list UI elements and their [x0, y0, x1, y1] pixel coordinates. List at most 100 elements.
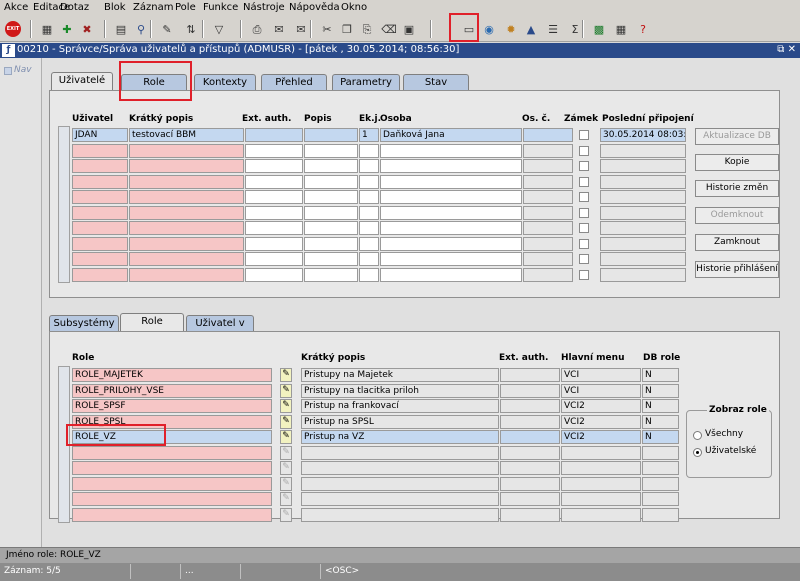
users-cell-ext-auth[interactable] [245, 205, 303, 220]
paste-icon[interactable]: ⎘ [358, 20, 376, 38]
users-cell-os-c[interactable] [523, 205, 573, 220]
roles-cell-role[interactable]: ROLE_MAJETEK [72, 368, 272, 382]
roles-cell-role[interactable]: ROLE_SPSF [72, 399, 272, 413]
users-cell-person[interactable]: Daňková Jana [380, 128, 522, 142]
users-cell-desc[interactable] [304, 190, 358, 204]
globe-icon[interactable]: ◉ [480, 20, 498, 38]
users-button-0[interactable]: Aktualizace DB [695, 128, 779, 145]
users-cell-short-desc[interactable]: testovací BBM [129, 128, 244, 142]
users-cell-ekj[interactable] [359, 236, 379, 251]
clear-icon[interactable]: ⌫ [380, 20, 398, 38]
users-cell-ext-auth[interactable] [245, 236, 303, 251]
users-cell-ekj[interactable] [359, 159, 379, 173]
users-cell-ext-auth[interactable] [245, 190, 303, 204]
users-cell-desc[interactable] [304, 236, 358, 251]
users-cell-os-c[interactable] [523, 252, 573, 266]
users-cell-ekj[interactable] [359, 252, 379, 266]
users-cell-user[interactable] [72, 190, 128, 204]
menu-9[interactable]: Nápověda [289, 2, 340, 13]
users-cell-ekj[interactable] [359, 143, 379, 158]
role-lov-icon[interactable]: ✎ [280, 492, 292, 506]
users-cell-person[interactable] [380, 267, 522, 282]
tab-bottom-0[interactable]: Subsystémy [49, 315, 119, 331]
report-icon[interactable]: ☰ [544, 20, 562, 38]
roles-cell-role[interactable] [72, 507, 272, 522]
users-cell-ext-auth[interactable] [245, 128, 303, 142]
users-cell-os-c[interactable] [523, 128, 573, 142]
users-lock-checkbox[interactable] [579, 223, 589, 233]
users-cell-ext-auth[interactable] [245, 159, 303, 173]
users-cell-person[interactable] [380, 159, 522, 173]
role-lov-icon[interactable]: ✎ [280, 383, 292, 398]
tab-top-5[interactable]: Stav systému [403, 74, 469, 103]
roles-cell-role[interactable]: ROLE_PRILOHY_VSE [72, 383, 272, 398]
users-cell-user[interactable] [72, 174, 128, 189]
users-lock-checkbox[interactable] [579, 176, 589, 187]
users-lock-checkbox[interactable] [579, 161, 589, 171]
users-lock-checkbox[interactable] [579, 145, 589, 156]
role-lov-icon[interactable]: ✎ [280, 507, 292, 522]
roles-cell-role[interactable]: ROLE_VZ [72, 430, 272, 444]
users-button-5[interactable]: Historie přihlášení [695, 261, 779, 278]
users-cell-desc[interactable] [304, 252, 358, 266]
menu-10[interactable]: Okno [341, 2, 367, 13]
users-cell-short-desc[interactable] [129, 267, 244, 282]
menu-5[interactable]: Záznam [133, 2, 173, 13]
show-role-option-label[interactable]: Uživatelské [705, 446, 756, 456]
role-lov-icon[interactable]: ✎ [280, 368, 292, 382]
chart-icon[interactable]: ▲ [522, 20, 540, 38]
delete-record-icon[interactable]: ✖ [78, 20, 96, 38]
users-cell-ext-auth[interactable] [245, 143, 303, 158]
enter-query-icon[interactable]: ✎ [158, 20, 176, 38]
users-cell-short-desc[interactable] [129, 221, 244, 235]
users-cell-ekj[interactable] [359, 174, 379, 189]
users-cell-short-desc[interactable] [129, 190, 244, 204]
role-lov-icon[interactable]: ✎ [280, 461, 292, 475]
users-cell-user[interactable] [72, 236, 128, 251]
users-cell-os-c[interactable] [523, 143, 573, 158]
users-cell-person[interactable] [380, 174, 522, 189]
menu-4[interactable]: Blok [104, 2, 126, 13]
users-cell-ekj[interactable] [359, 267, 379, 282]
help-icon[interactable]: ? [634, 20, 652, 38]
users-cell-ekj[interactable] [359, 221, 379, 235]
role-lov-icon[interactable]: ✎ [280, 430, 292, 444]
menu-8[interactable]: Nástroje [243, 2, 285, 13]
tab-top-2[interactable]: Kontexty [194, 74, 256, 90]
users-cell-os-c[interactable] [523, 236, 573, 251]
users-cell-person[interactable] [380, 252, 522, 266]
display-icon[interactable]: ▭ [460, 20, 478, 38]
users-cell-os-c[interactable] [523, 159, 573, 173]
users-cell-desc[interactable] [304, 267, 358, 282]
users-cell-ekj[interactable]: 1 [359, 128, 379, 142]
users-lock-checkbox[interactable] [579, 269, 589, 280]
users-cell-user[interactable] [72, 159, 128, 173]
users-cell-ext-auth[interactable] [245, 252, 303, 266]
grid-icon[interactable]: ▦ [612, 20, 630, 38]
menu-1[interactable]: Akce [4, 2, 28, 13]
users-cell-person[interactable] [380, 143, 522, 158]
printer-icon[interactable]: ⎙ [248, 20, 266, 38]
users-cell-user[interactable] [72, 221, 128, 235]
users-cell-os-c[interactable] [523, 221, 573, 235]
users-cell-ext-auth[interactable] [245, 174, 303, 189]
users-cell-short-desc[interactable] [129, 236, 244, 251]
role-lov-icon[interactable]: ✎ [280, 399, 292, 413]
users-cell-user[interactable] [72, 252, 128, 266]
users-cell-user[interactable] [72, 267, 128, 282]
gear-icon[interactable]: ✹ [502, 20, 520, 38]
users-scrollbar[interactable] [58, 126, 70, 283]
show-role-radio-1[interactable] [693, 448, 702, 457]
users-cell-ekj[interactable] [359, 190, 379, 204]
roles-cell-role[interactable] [72, 476, 272, 491]
exit-button[interactable]: EXIT [4, 20, 22, 38]
users-cell-short-desc[interactable] [129, 174, 244, 189]
query-icon[interactable]: ⚲ [132, 20, 150, 38]
users-cell-short-desc[interactable] [129, 252, 244, 266]
roles-scrollbar[interactable] [58, 366, 70, 523]
tab-top-3[interactable]: Přehled [261, 74, 327, 90]
tab-bottom-2[interactable]: Uživatel v DB [186, 315, 254, 344]
users-button-1[interactable]: Kopie [695, 154, 779, 171]
users-cell-user[interactable] [72, 205, 128, 220]
tab-top-0[interactable]: Uživatelé [51, 72, 113, 90]
